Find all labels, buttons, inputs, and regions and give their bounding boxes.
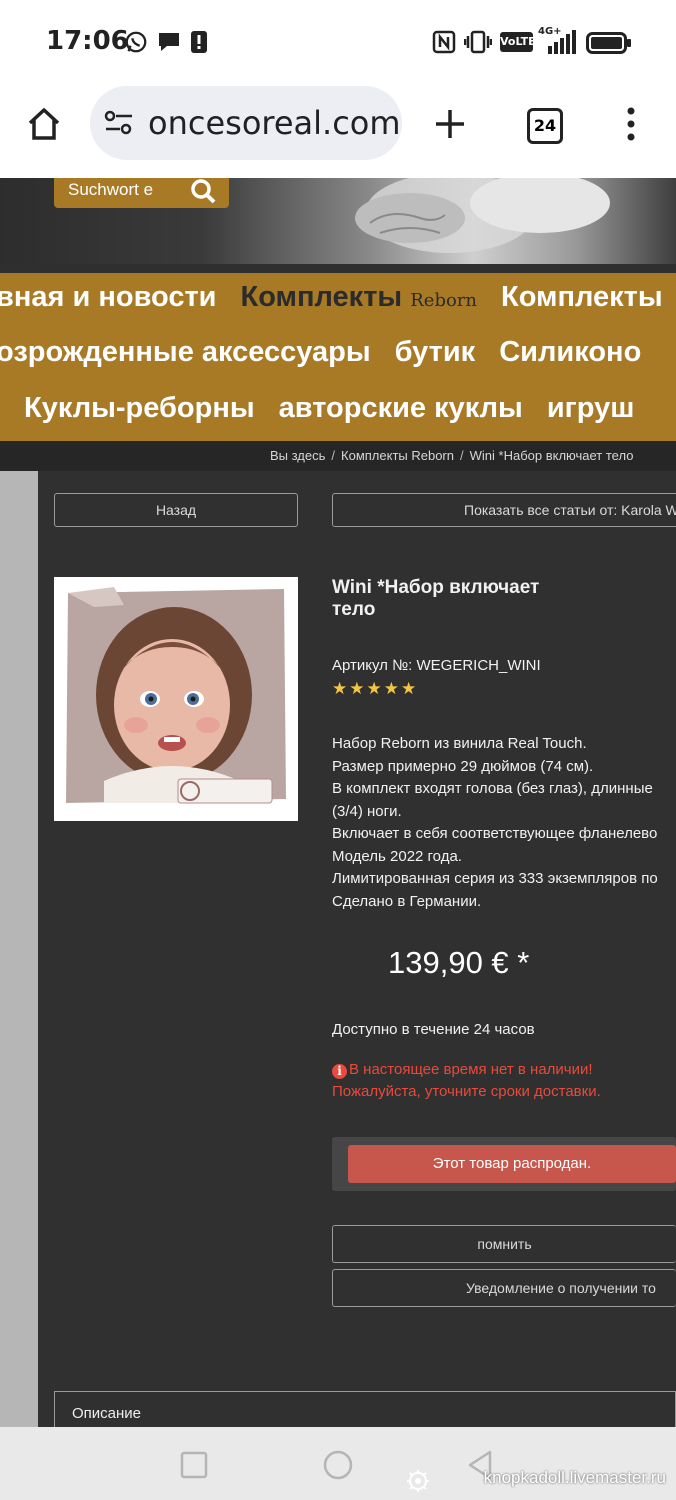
menu-item-author-dolls[interactable]: авторские куклы (279, 392, 523, 424)
battery-icon (586, 32, 631, 54)
address-bar[interactable]: oncesoreal.com (90, 86, 402, 160)
product-title: Wini *Набор включает тело (332, 577, 540, 620)
description-line: Размер примерно 29 дюймов (74 см). (332, 757, 594, 775)
new-tab-icon[interactable] (434, 108, 466, 140)
rating-stars: ★★★★★ (332, 679, 419, 698)
menu-item-kits-label: Комплекты (240, 281, 403, 313)
menu-item-kits-reborn[interactable]: Комплекты Reborn (241, 281, 477, 313)
vibrate-icon (464, 30, 492, 54)
sold-out-button[interactable]: Этот товар распродан. (348, 1145, 676, 1183)
system-nav-bar (0, 1427, 676, 1500)
browser-toolbar: oncesoreal.com 24 (0, 86, 676, 178)
warning-line-2: Пожалуйста, уточните сроки доставки. (332, 1083, 601, 1100)
back-button[interactable]: Назад (54, 493, 298, 527)
more-menu-icon[interactable] (624, 106, 638, 142)
description-line: В комплект входят голова (без глаз), дли… (332, 780, 653, 797)
breadcrumb-current: Wini *Набор включает тело (469, 448, 634, 463)
description-line: Сделано в Германии. (332, 892, 482, 910)
search-input[interactable]: Suchwort e (68, 180, 153, 200)
menu-item-kits-2[interactable]: Комплекты (501, 281, 663, 313)
info-icon: i (332, 1064, 347, 1079)
doll-photo (66, 587, 286, 804)
menu-item-accessories[interactable]: озрожденные аксессуары (0, 336, 371, 368)
stock-warning: iВ настоящее время нет в наличии! Пожалу… (332, 1059, 601, 1103)
baby-hands-image (355, 178, 610, 253)
message-icon (159, 33, 179, 51)
header-banner: Suchwort e (0, 178, 676, 264)
description-line: Включает в себя соответствующее фланелев… (332, 825, 658, 842)
status-time: 17:06 (46, 26, 129, 56)
description-line: Набор Reborn из винила Real Touch. (332, 735, 587, 752)
breadcrumb-you-are-here: Вы здесь (270, 448, 326, 463)
menu-item-reborn-label: Reborn (410, 290, 477, 311)
notify-button[interactable]: Уведомление о получении то (332, 1269, 676, 1307)
alert-icon (191, 31, 207, 53)
product-price: 139,90 € * (388, 945, 530, 980)
availability-text: Доступно в течение 24 часов (332, 1021, 535, 1038)
menu-item-boutique[interactable]: бутик (395, 336, 476, 368)
search-icon[interactable] (189, 178, 217, 206)
menu-row-3: Куклы-реборны авторские куклы игруш (24, 392, 658, 425)
product-description: Набор Reborn из винила Real Touch. Разме… (332, 733, 658, 913)
description-line: (3/4) ноги. (332, 802, 402, 820)
show-all-articles-button[interactable]: Показать все статьи от: Karola We (332, 493, 676, 527)
home-icon[interactable] (26, 106, 62, 142)
warning-line-1: В настоящее время нет в наличии! (349, 1061, 593, 1078)
menu-item-home-news[interactable]: вная и новости (0, 281, 217, 313)
web-page: Suchwort e вная и новости Комплекты Rebor… (0, 178, 676, 1427)
breadcrumb-link-kits[interactable]: Комплекты Reborn (341, 448, 454, 463)
home-nav-icon[interactable] (322, 1449, 354, 1481)
menu-item-silicone[interactable]: Силиконо (499, 336, 641, 368)
nfc-icon (432, 30, 456, 54)
remember-button[interactable]: помнить (332, 1225, 676, 1263)
search-box[interactable]: Suchwort e (54, 178, 229, 208)
product-sku: Артикул №: WEGERICH_WINI (332, 657, 541, 674)
url-text: oncesoreal.com (148, 104, 401, 142)
menu-row-2: озрожденные аксессуары бутик Силиконо (0, 336, 665, 369)
buy-box: Этот товар распродан. (332, 1137, 676, 1191)
recent-apps-icon[interactable] (180, 1451, 208, 1479)
site-settings-icon[interactable] (104, 110, 134, 136)
watermark-text: knopkadoll.livemaster.ru (483, 1468, 666, 1487)
tab-description[interactable]: Описание (54, 1391, 676, 1427)
description-line: Модель 2022 года. (332, 847, 462, 865)
menu-row-1: вная и новости Комплекты Reborn Комплекты (0, 281, 676, 314)
menu-item-toys[interactable]: игруш (547, 392, 635, 424)
whatsapp-icon (125, 31, 147, 53)
product-image[interactable] (54, 577, 298, 821)
livemaster-logo-icon (407, 1470, 429, 1492)
signal-icon: 4G+ (538, 26, 578, 54)
tab-description-label: Описание (72, 1405, 142, 1422)
tabs-icon[interactable]: 24 (527, 108, 563, 144)
left-gutter (0, 471, 38, 1427)
menu-item-reborn-dolls[interactable]: Куклы-реборны (24, 392, 255, 424)
main-menu: вная и новости Комплекты Reborn Комплекты … (0, 273, 676, 441)
description-line: Лимитированная серия из 333 экземпляров … (332, 870, 658, 887)
volte-icon: VoLTE (500, 32, 536, 52)
status-bar: 17:06 VoLTE 4G+ (0, 0, 676, 86)
breadcrumb: Вы здесь / Комплекты Reborn / Wini *Набор вк… (0, 441, 676, 471)
product-content: Назад Показать все статьи от: Karola We (38, 471, 676, 1427)
